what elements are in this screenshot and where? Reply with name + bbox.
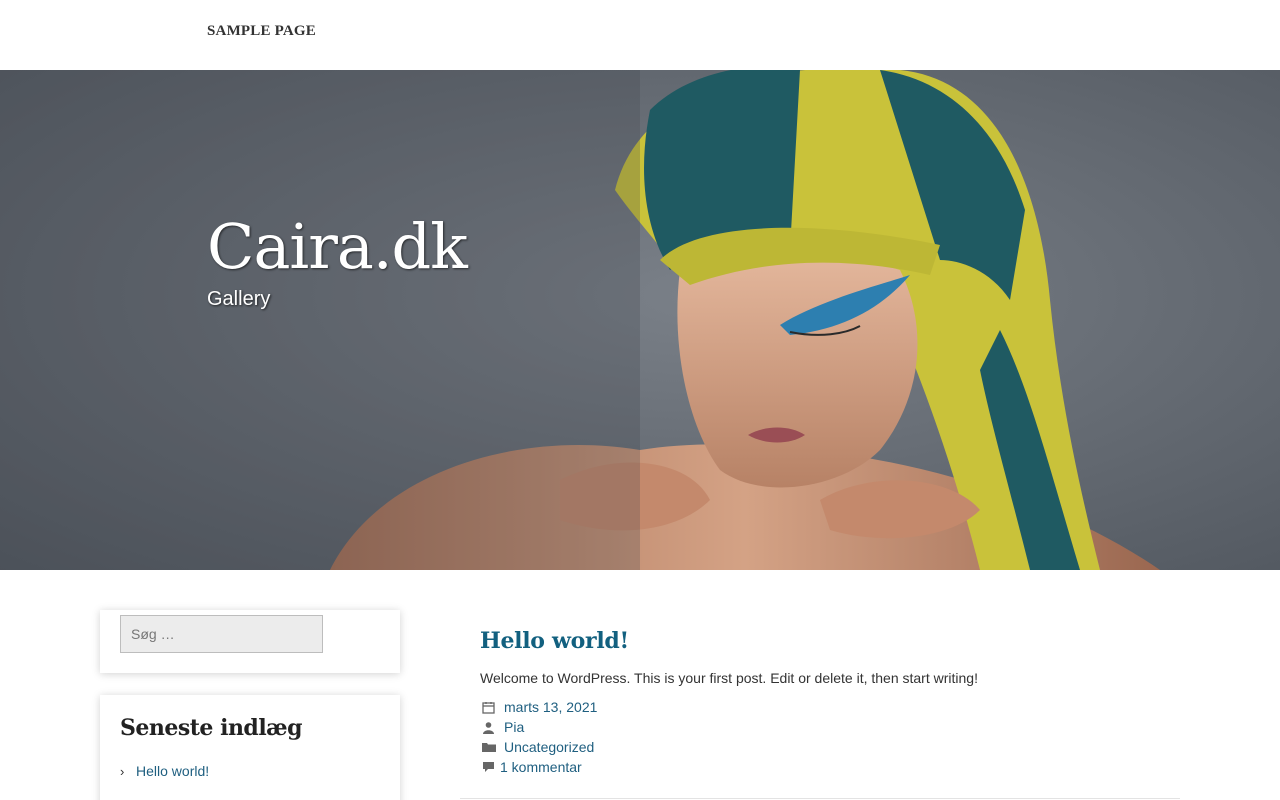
post-title[interactable]: Hello world! [480,628,629,654]
user-icon [482,719,504,735]
top-navigation: SAMPLE PAGE [0,0,1280,70]
post-author-link[interactable]: Pia [504,719,524,735]
site-tagline: Gallery [207,288,271,310]
recent-posts-title: Seneste indlæg [120,715,303,741]
post-category-link[interactable]: Uncategorized [504,739,594,755]
search-widget [100,610,400,673]
hero-header: Caira.dk Gallery [0,70,1280,570]
recent-posts-widget: Seneste indlæg › Hello world! [100,695,400,800]
site-title[interactable]: Caira.dk [207,210,468,283]
post-divider [460,798,1180,799]
calendar-icon [482,699,504,715]
post-meta-author: Pia [482,719,524,735]
list-item: › Hello world! [120,763,209,779]
search-input[interactable] [120,615,323,653]
post-date-link[interactable]: marts 13, 2021 [504,699,597,715]
nav-link-sample-page[interactable]: SAMPLE PAGE [207,23,316,40]
post-meta-category: Uncategorized [482,739,594,755]
post-comments-link[interactable]: 1 kommentar [500,759,582,775]
hero-image [0,70,1280,570]
post-meta-date: marts 13, 2021 [482,699,597,715]
folder-icon [482,739,504,755]
post-meta-comments: 1 kommentar [482,759,582,775]
chevron-right-icon: › [120,763,125,779]
comment-icon [482,759,500,775]
post-excerpt: Welcome to WordPress. This is your first… [480,670,978,686]
recent-post-link[interactable]: Hello world! [136,763,209,779]
